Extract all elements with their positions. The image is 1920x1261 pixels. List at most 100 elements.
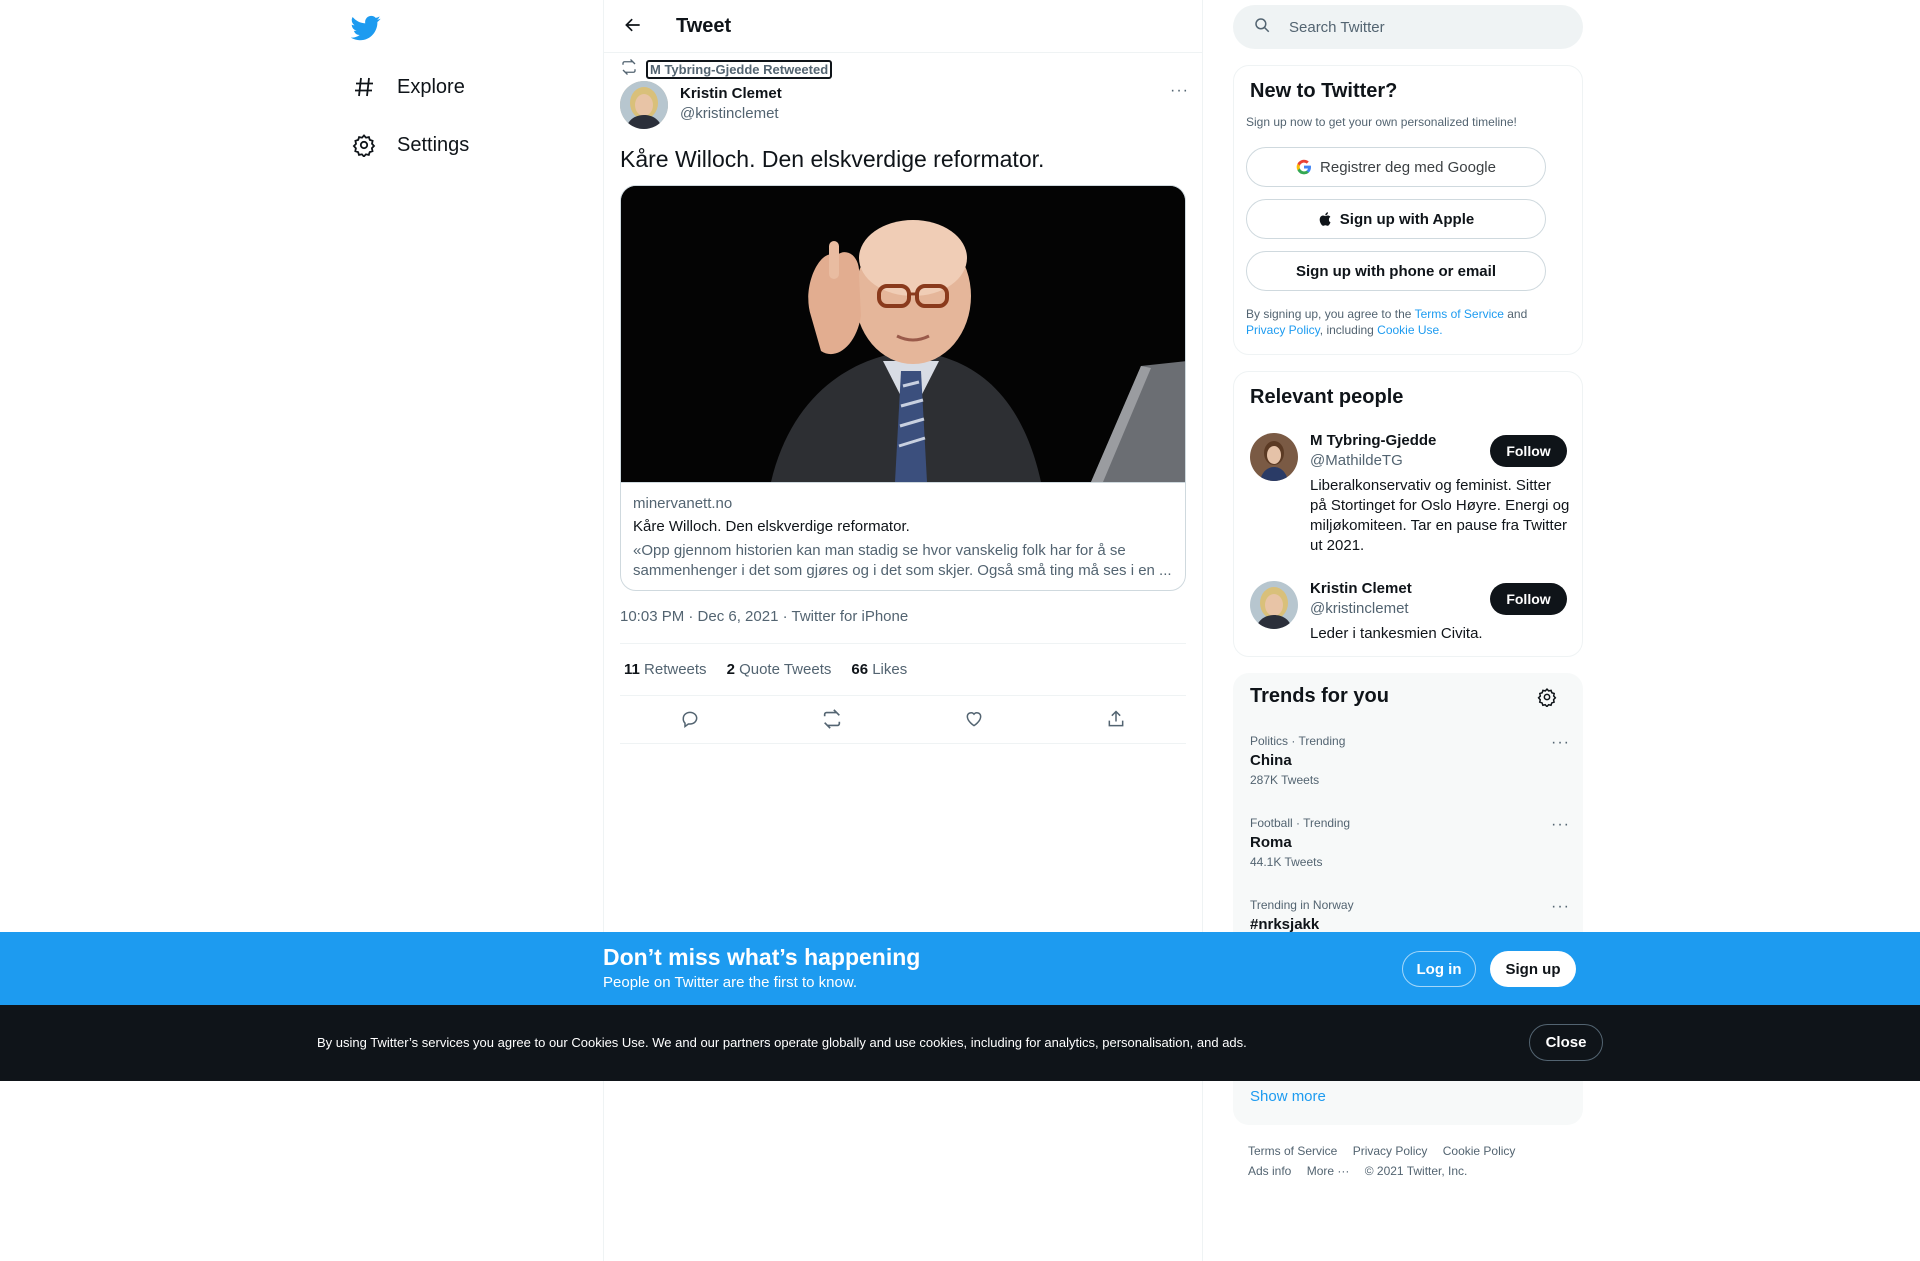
retweet-button[interactable]: [818, 706, 846, 734]
tweet-timestamp[interactable]: 10:03 PM · Dec 6, 2021 · Twitter for iPh…: [620, 608, 908, 625]
card-description: «Opp gjennom historien kan man stadig se…: [633, 542, 1172, 579]
signup-title: New to Twitter?: [1250, 80, 1398, 102]
trends-settings-gear-icon[interactable]: [1537, 687, 1557, 712]
quotes-count: 2: [726, 661, 735, 678]
google-signup-button[interactable]: Registrer deg med Google: [1246, 147, 1546, 187]
banner-subtitle: People on Twitter are the first to know.: [603, 974, 858, 991]
reply-button[interactable]: [676, 706, 704, 734]
cookie-text: By using Twitter’s services you agree to…: [317, 1035, 1247, 1050]
signup-button[interactable]: Sign up: [1490, 951, 1576, 987]
trend-count: 287K Tweets: [1250, 773, 1320, 787]
nav-explore[interactable]: Explore: [351, 67, 465, 107]
author-handle[interactable]: @kristinclemet: [680, 105, 779, 122]
retweets-stat[interactable]: 11 Retweets: [624, 661, 707, 678]
apple-signup-label: Sign up with Apple: [1339, 210, 1475, 228]
share-button[interactable]: [1102, 706, 1130, 734]
retweeted-by-link[interactable]: M Tybring-Gjedde Retweeted: [646, 60, 833, 79]
card-body: minervanett.no Kåre Willoch. Den elskver…: [621, 482, 1185, 590]
tweet-header: Tweet: [604, 0, 1202, 53]
card-title: Kåre Willoch. Den elskverdige reformator…: [633, 518, 910, 535]
trend-item[interactable]: Football · Trending Roma 44.1K Tweets ··…: [1250, 816, 1570, 869]
card-domain: minervanett.no: [633, 495, 733, 512]
apple-signup-button[interactable]: Sign up with Apple: [1246, 199, 1546, 239]
trend-name: China: [1250, 752, 1292, 769]
person-handle[interactable]: @kristinclemet: [1310, 600, 1409, 617]
tweet-actions: [620, 696, 1186, 744]
email-signup-button[interactable]: Sign up with phone or email: [1246, 251, 1546, 291]
trend-more-icon[interactable]: ···: [1551, 898, 1570, 916]
likes-stat[interactable]: 66 Likes: [851, 661, 907, 678]
signup-legal: By signing up, you agree to the Terms of…: [1246, 306, 1566, 338]
search-box[interactable]: [1233, 5, 1583, 49]
reply-icon: [680, 709, 700, 732]
person-avatar[interactable]: [1250, 581, 1298, 629]
login-button[interactable]: Log in: [1402, 951, 1476, 987]
footer-tos-link[interactable]: Terms of Service: [1248, 1144, 1337, 1158]
trend-item[interactable]: Trending in Norway #nrksjakk ···: [1250, 898, 1570, 933]
signup-panel: New to Twitter? Sign up now to get your …: [1233, 65, 1583, 355]
signup-subtitle: Sign up now to get your own personalized…: [1246, 115, 1517, 129]
tos-link[interactable]: Terms of Service: [1415, 307, 1504, 321]
trend-meta: Football · Trending: [1250, 816, 1351, 830]
likes-count: 66: [851, 661, 869, 678]
back-button[interactable]: [616, 9, 650, 43]
tweet-more-button[interactable]: ···: [1170, 82, 1189, 100]
retweet-context: M Tybring-Gjedde Retweeted: [620, 58, 833, 81]
nav-settings-label: Settings: [397, 133, 470, 156]
retweet-icon: [821, 708, 843, 733]
trend-meta: Trending in Norway: [1250, 898, 1354, 912]
trend-more-icon[interactable]: ···: [1551, 816, 1570, 834]
google-signup-label: Registrer deg med Google: [1320, 158, 1496, 176]
retweets-label: Retweets: [644, 661, 707, 678]
footer-privacy-link[interactable]: Privacy Policy: [1353, 1144, 1428, 1158]
trend-meta: Politics · Trending: [1250, 734, 1346, 748]
person-name[interactable]: M Tybring-Gjedde: [1310, 432, 1436, 449]
more-dots-icon: ···: [1170, 82, 1189, 99]
trend-name: Roma: [1250, 834, 1292, 851]
trend-name: #nrksjakk: [1250, 916, 1320, 933]
footer-links-row-1: Terms of Service Privacy Policy Cookie P…: [1248, 1144, 1527, 1158]
follow-button[interactable]: Follow: [1490, 583, 1567, 615]
cookie-close-button[interactable]: Close: [1529, 1024, 1603, 1061]
footer-copyright: © 2021 Twitter, Inc.: [1364, 1164, 1468, 1178]
signup-banner: Don’t miss what’s happening People on Tw…: [0, 932, 1920, 1005]
twitter-logo-icon[interactable]: [350, 13, 381, 43]
trend-item[interactable]: Politics · Trending China 287K Tweets ··…: [1250, 734, 1570, 787]
person-name[interactable]: Kristin Clemet: [1310, 580, 1412, 597]
author-name[interactable]: Kristin Clemet: [680, 85, 782, 102]
privacy-link[interactable]: Privacy Policy: [1246, 323, 1320, 337]
cookie-bar: By using Twitter’s services you agree to…: [0, 1005, 1920, 1081]
trends-title: Trends for you: [1250, 685, 1389, 707]
nav-settings[interactable]: Settings: [351, 125, 469, 165]
tweet-stats: 11 Retweets 2 Quote Tweets 66 Likes: [620, 643, 1186, 696]
footer-more-link[interactable]: More ···: [1307, 1164, 1350, 1178]
legal-text-1: By signing up, you agree to the: [1246, 307, 1415, 321]
follow-button[interactable]: Follow: [1490, 435, 1567, 467]
nav-explore-label: Explore: [397, 75, 465, 98]
footer-ads-link[interactable]: Ads info: [1248, 1164, 1291, 1178]
like-button[interactable]: [960, 706, 988, 734]
person-handle[interactable]: @MathildeTG: [1310, 452, 1403, 469]
email-signup-label: Sign up with phone or email: [1295, 262, 1496, 280]
share-icon: [1106, 709, 1126, 732]
legal-and: and: [1503, 307, 1528, 321]
cookie-use-link[interactable]: Cookie Use.: [1377, 323, 1442, 337]
apple-icon: [1318, 211, 1334, 227]
person-bio: Liberalkonservativ og feminist. Sitter p…: [1310, 477, 1570, 554]
search-input[interactable]: [1289, 18, 1549, 36]
show-more-link[interactable]: Show more: [1250, 1088, 1326, 1105]
trend-count: 44.1K Tweets: [1250, 855, 1323, 869]
author-avatar[interactable]: [620, 81, 668, 129]
card-image: [621, 186, 1185, 482]
quote-tweets-stat[interactable]: 2 Quote Tweets: [727, 661, 832, 678]
trend-more-icon[interactable]: ···: [1551, 734, 1570, 752]
search-icon: [1253, 16, 1271, 39]
google-icon: [1296, 159, 1312, 175]
link-card[interactable]: minervanett.no Kåre Willoch. Den elskver…: [620, 185, 1186, 591]
relevant-people-panel: Relevant people M Tybring-Gjedde @Mathil…: [1233, 371, 1583, 657]
gear-icon: [351, 132, 377, 158]
legal-including: , including: [1319, 323, 1378, 337]
person-bio: Leder i tankesmien Civita.: [1310, 625, 1483, 642]
person-avatar[interactable]: [1250, 433, 1298, 481]
footer-cookie-link[interactable]: Cookie Policy: [1443, 1144, 1516, 1158]
